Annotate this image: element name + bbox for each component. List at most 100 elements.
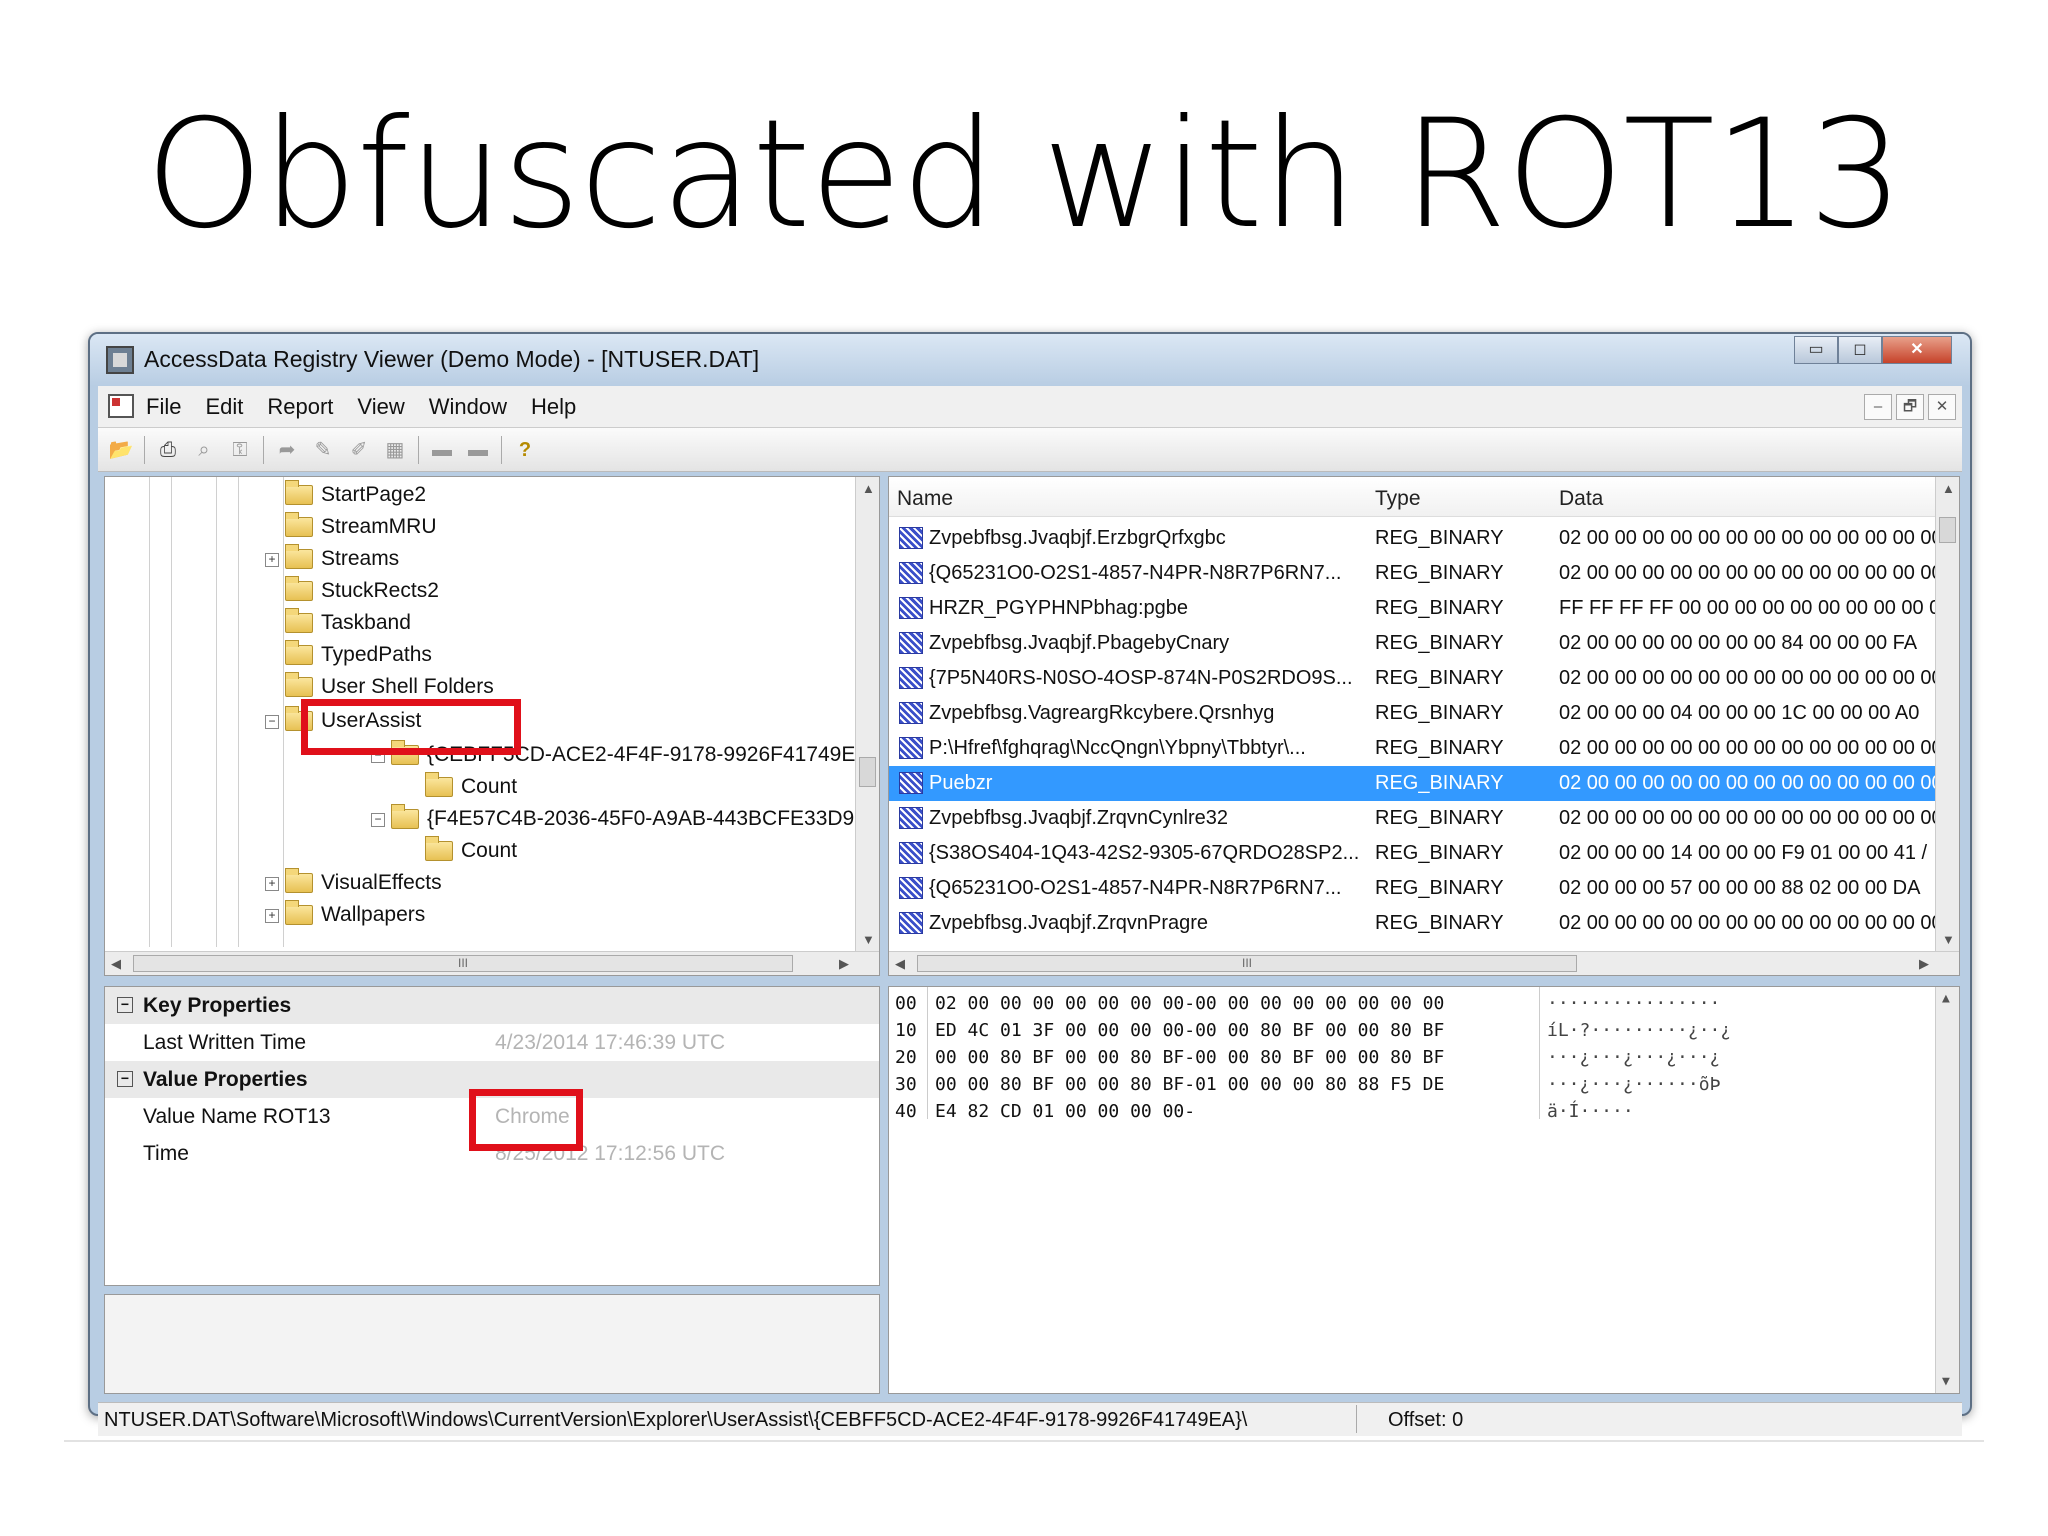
section-label: Key Properties: [143, 994, 292, 1017]
hex-offset: 20: [895, 1047, 917, 1068]
scroll-left-icon[interactable]: ◀: [895, 956, 905, 972]
preview-icon[interactable]: ⌕: [191, 437, 217, 463]
value-name: {Q65231O0-O2S1-4857-N4PR-N8R7P6RN7...: [929, 877, 1342, 899]
hex-bytes: E4 82 CD 01 00 00 00 00-: [935, 1101, 1196, 1122]
key-icon[interactable]: ⚿: [227, 437, 253, 463]
minimize-button[interactable]: ▭: [1794, 336, 1838, 364]
close-button[interactable]: ✕: [1882, 336, 1952, 364]
values-vertical-scrollbar[interactable]: ▲ ▼: [1935, 477, 1959, 951]
column-header-type[interactable]: Type: [1375, 487, 1421, 511]
scroll-right-icon[interactable]: ▶: [839, 956, 849, 972]
scroll-up-icon[interactable]: ▲: [1942, 991, 1950, 1006]
tree-node-streammru[interactable]: StreamMRU: [285, 511, 437, 543]
menu-help[interactable]: Help: [531, 394, 576, 420]
key-properties-header[interactable]: − Key Properties: [105, 987, 879, 1024]
scroll-down-icon[interactable]: ▼: [862, 932, 875, 947]
value-row[interactable]: P:\Hfref\fghqrag\NccQngn\Ybpny\Tbbtyr\..…: [889, 731, 1939, 766]
tree-node-count[interactable]: Count: [425, 771, 517, 803]
menu-window[interactable]: Window: [429, 394, 507, 420]
menu-view[interactable]: View: [357, 394, 404, 420]
value-type: REG_BINARY: [1375, 667, 1504, 689]
tree-node-wallpapers[interactable]: Wallpapers: [285, 899, 425, 931]
collapse-icon[interactable]: −: [117, 997, 133, 1013]
value-row[interactable]: Zvpebfbsg.Jvaqbjf.ZrqvnCynlre32 REG_BINAR…: [889, 801, 1939, 836]
scroll-right-icon[interactable]: ▶: [1919, 956, 1929, 972]
values-list[interactable]: Name Type Data Zvpebfbsg.Jvaqbjf.ErzbgrQ…: [888, 476, 1960, 976]
column-header-data[interactable]: Data: [1559, 487, 1603, 511]
value-row[interactable]: Zvpebfbsg.Jvaqbjf.ZrqvnPragre REG_BINARY 0…: [889, 906, 1939, 941]
toolbar-separator: [263, 436, 264, 464]
toolbar: 📂 ⎙ ⌕ ⚿ ➦ ✎ ✐ ▦ ▬ ▬ ?: [98, 428, 1962, 472]
scroll-down-icon[interactable]: ▼: [1942, 1374, 1950, 1389]
expand-icon[interactable]: +: [265, 909, 279, 923]
expand-icon[interactable]: +: [265, 877, 279, 891]
scroll-left-icon[interactable]: ◀: [111, 956, 121, 972]
collapse-icon[interactable]: −: [265, 715, 279, 729]
value-data: 02 00 00 00 00 00 00 00 84 00 00 00 FA: [1559, 632, 1918, 654]
expand-icon[interactable]: +: [265, 553, 279, 567]
tree-node-label: TypedPaths: [321, 643, 432, 666]
value-row[interactable]: Zvpebfbsg.Jvaqbjf.PbagebyCnary REG_BINARY…: [889, 626, 1935, 661]
values-horizontal-scrollbar[interactable]: ◀ III ▶: [889, 951, 1959, 975]
help-icon[interactable]: ?: [512, 437, 538, 463]
menu-edit[interactable]: Edit: [205, 394, 243, 420]
mdi-minimize-button[interactable]: –: [1864, 394, 1892, 420]
hex-ascii: ···¿···¿···¿···¿: [1547, 1047, 1721, 1068]
value-row[interactable]: Zvpebfbsg.VagreargRkcybere.Qrsnhyg REG_BI…: [889, 696, 1935, 731]
value-data: 02 00 00 00 04 00 00 00 1C 00 00 00 A0: [1559, 702, 1920, 724]
tree-node-count[interactable]: Count: [425, 835, 517, 867]
value-row[interactable]: {Q65231O0-O2S1-4857-N4PR-N8R7P6RN7... REG…: [889, 871, 1935, 906]
document-icon[interactable]: [108, 394, 134, 418]
open-icon[interactable]: 📂: [108, 437, 134, 463]
value-type: REG_BINARY: [1375, 632, 1504, 654]
app-icon: [106, 346, 134, 374]
tree-node-label: Count: [461, 839, 518, 862]
scroll-down-icon[interactable]: ▼: [1942, 932, 1955, 947]
scroll-up-icon[interactable]: ▲: [862, 481, 875, 496]
mdi-restore-button[interactable]: 🗗: [1896, 394, 1924, 420]
tape2-icon[interactable]: ▬: [465, 437, 491, 463]
value-row[interactable]: {7P5N40RS-N0SO-4OSP-874N-P0S2RDO9S... REG…: [889, 661, 1939, 696]
edit2-icon[interactable]: ✐: [346, 437, 372, 463]
column-header-name[interactable]: Name: [897, 487, 953, 511]
maximize-button[interactable]: ◻: [1838, 336, 1882, 364]
value-row[interactable]: Zvpebfbsg.Jvaqbjf.ErzbgrQrfxgbc REG_BINAR…: [889, 521, 1939, 556]
scroll-up-icon[interactable]: ▲: [1942, 481, 1955, 496]
tree-node-stuckrects2[interactable]: StuckRects2: [285, 575, 439, 607]
value-type: REG_BINARY: [1375, 772, 1504, 794]
value-row[interactable]: {Q65231O0-O2S1-4857-N4PR-N8R7P6RN7... REG…: [889, 556, 1939, 591]
tree-node-taskband[interactable]: Taskband: [285, 607, 411, 639]
collapse-icon[interactable]: −: [371, 813, 385, 827]
scroll-thumb[interactable]: III: [133, 955, 793, 972]
value-data: 02 00 00 00 00 00 00 00 00 00 00 00 00 0…: [1559, 912, 1939, 934]
value-row[interactable]: {S38OS404-1Q43-42S2-9305-67QRDO28SP2... R…: [889, 836, 1935, 871]
registry-tree[interactable]: StartPage2 StreamMRU + Streams StuckRect…: [104, 476, 880, 976]
tree-node-startpage2[interactable]: StartPage2: [285, 479, 426, 511]
tree-node-visualeffects[interactable]: VisualEffects: [285, 867, 442, 899]
tree-vertical-scrollbar[interactable]: ▲ ▼: [855, 477, 879, 951]
menu-file[interactable]: File: [146, 394, 181, 420]
menu-report[interactable]: Report: [267, 394, 333, 420]
scroll-thumb[interactable]: [1939, 517, 1956, 543]
value-data: FF FF FF FF 00 00 00 00 00 00 00 00 00 0…: [1559, 597, 1939, 619]
mdi-close-button[interactable]: ✕: [1928, 394, 1956, 420]
scroll-thumb[interactable]: [859, 757, 876, 787]
value-data: 02 00 00 00 57 00 00 00 88 02 00 00 DA: [1559, 877, 1921, 899]
value-data: 02 00 00 00 14 00 00 00 F9 01 00 00 41 /: [1559, 842, 1928, 864]
tape-icon[interactable]: ▬: [429, 437, 455, 463]
tree-horizontal-scrollbar[interactable]: ◀ III ▶: [105, 951, 879, 975]
tree-node-typedpaths[interactable]: TypedPaths: [285, 639, 432, 671]
hex-vertical-scrollbar[interactable]: ▲ ▼: [1935, 987, 1959, 1393]
print-icon[interactable]: ⎙: [155, 437, 181, 463]
export-icon[interactable]: ➦: [274, 437, 300, 463]
value-row[interactable]: HRZR_PGYPHNPbhag:pgbe REG_BINARY FF FF FF …: [889, 591, 1939, 626]
value-row[interactable]: Puebzr REG_BINARY 02 00 00 00 00 00 00 00 …: [889, 766, 1939, 801]
chrome-highlight-box: [469, 1089, 583, 1151]
edit-icon[interactable]: ✎: [310, 437, 336, 463]
scroll-thumb[interactable]: III: [917, 955, 1577, 972]
collapse-icon[interactable]: −: [117, 1071, 133, 1087]
tree-node-streams[interactable]: Streams: [285, 543, 399, 575]
grid-icon[interactable]: ▦: [382, 437, 408, 463]
tree-node-guid-f4e57c4b[interactable]: {F4E57C4B-2036-45F0-A9AB-443BCFE33D9F}: [391, 803, 874, 835]
hex-viewer[interactable]: 00 02 00 00 00 00 00 00 00-00 00 00 00 00…: [888, 986, 1960, 1394]
